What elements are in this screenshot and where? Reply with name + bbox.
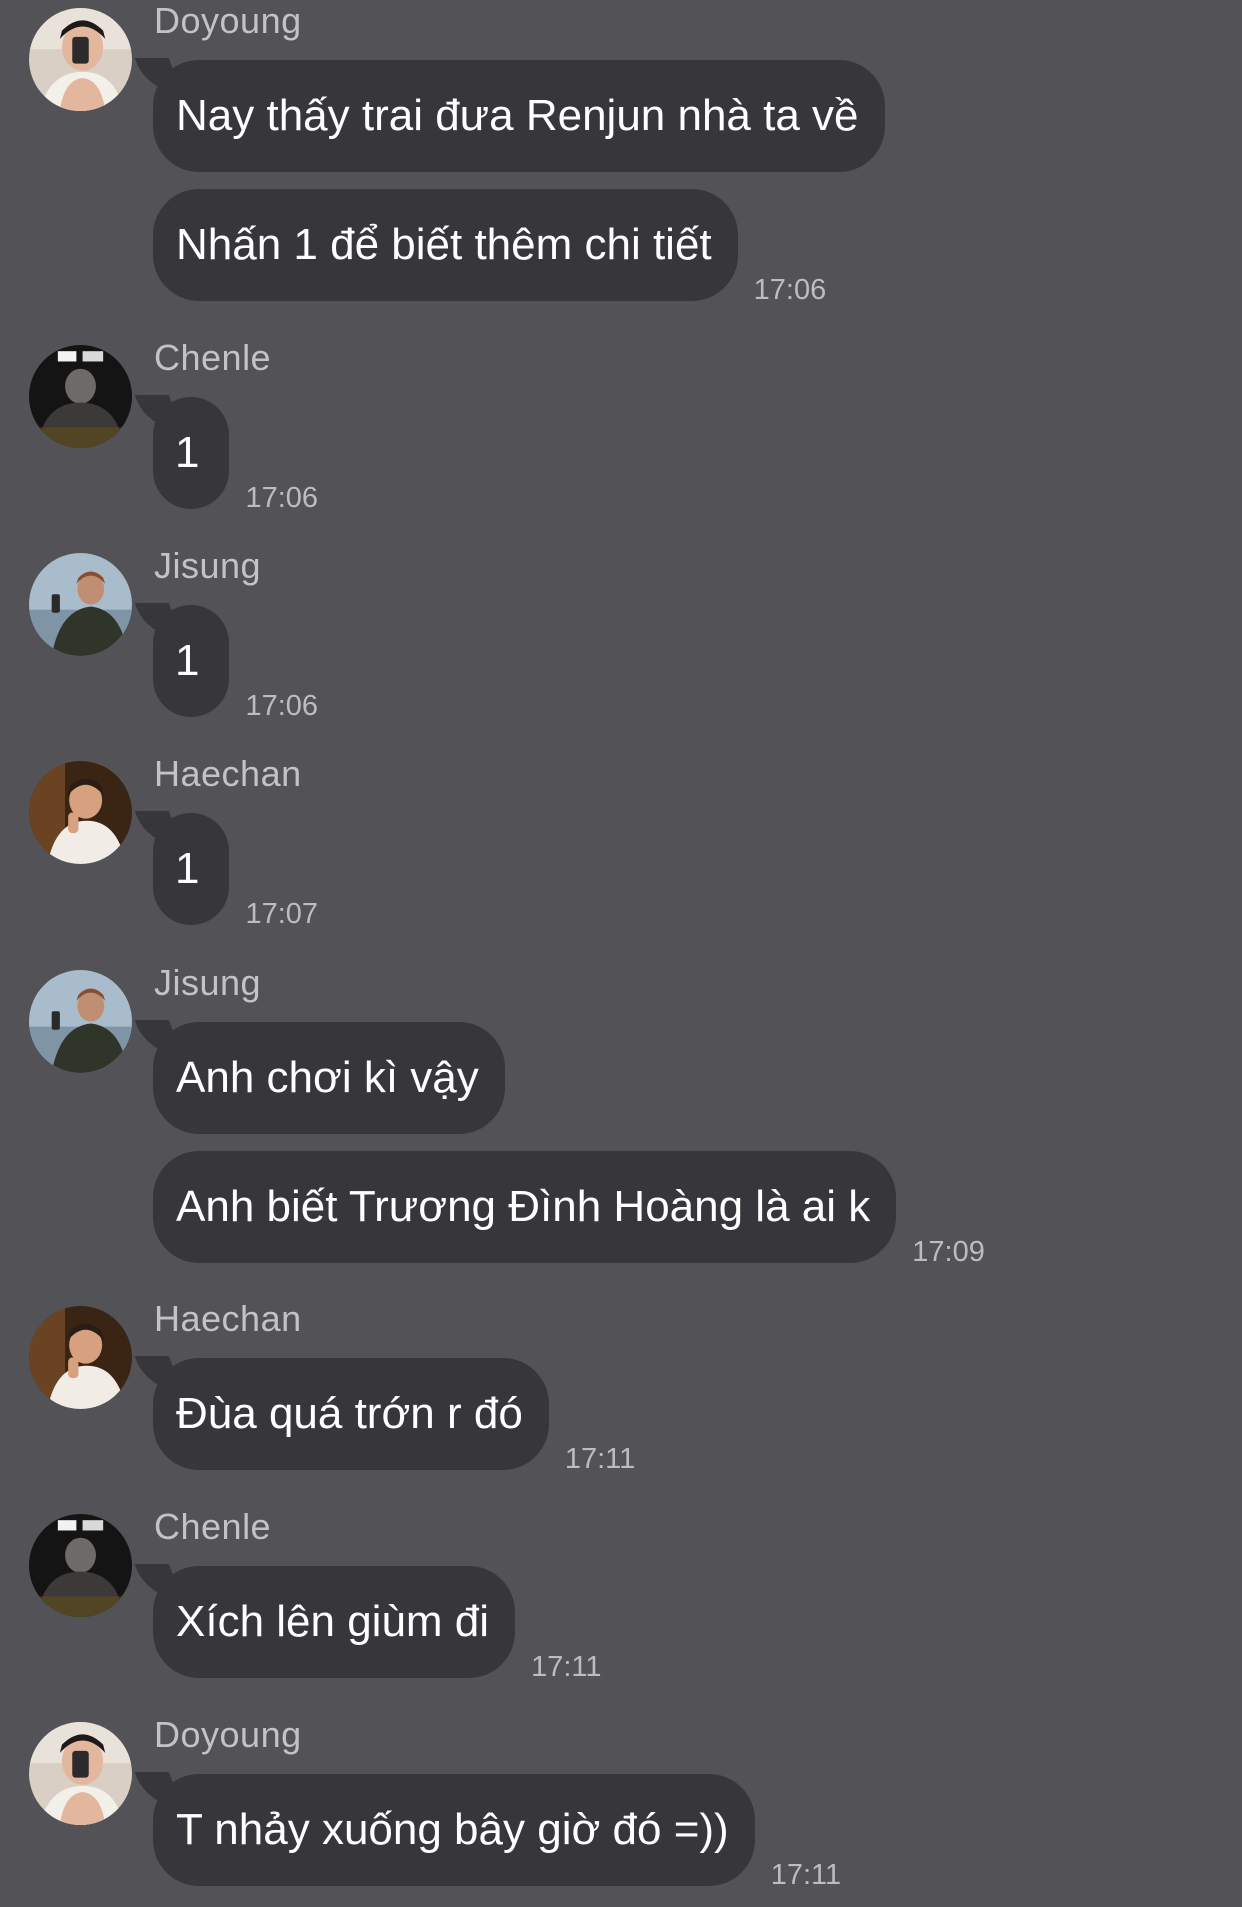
message-timestamp: 17:09 <box>912 1236 985 1268</box>
message-bubble[interactable]: T nhảy xuống bây giờ đó =)) <box>153 1774 755 1886</box>
message-row: Nay thấy trai đưa Renjun nhà ta về <box>153 60 885 172</box>
avatar-image <box>29 761 132 864</box>
message-row: Đùa quá trớn r đó 17:11 <box>153 1358 635 1475</box>
chenle-avatar[interactable] <box>29 1514 132 1617</box>
message-bubble[interactable]: 1 <box>153 397 230 509</box>
avatar-image <box>29 1514 132 1617</box>
jisung-avatar[interactable] <box>29 970 132 1073</box>
message-row: 1 17:06 <box>153 605 318 722</box>
avatar-image <box>29 1722 132 1825</box>
sender-name: Doyoung <box>154 0 302 41</box>
message-timestamp: 17:06 <box>753 274 827 306</box>
message-timestamp: 17:06 <box>245 690 319 722</box>
sender-name: Haechan <box>154 1298 302 1339</box>
avatar-image <box>29 345 132 448</box>
message-row: Nhấn 1 để biết thêm chi tiết 17:06 <box>153 189 826 306</box>
sender-name: Haechan <box>154 753 302 794</box>
sender-name: Jisung <box>154 962 262 1003</box>
message-timestamp: 17:11 <box>531 1651 602 1683</box>
message-bubble[interactable]: 1 <box>153 813 230 925</box>
message-bubble[interactable]: 1 <box>153 605 230 717</box>
message-row: Xích lên giùm đi 17:11 <box>153 1566 601 1683</box>
doyoung-avatar[interactable] <box>29 8 132 111</box>
haechan-avatar[interactable] <box>29 1306 132 1409</box>
chat-message-list[interactable]: Doyoung Nay thấy trai đưa Renjun nhà ta … <box>0 0 1242 1907</box>
avatar-image <box>29 553 132 656</box>
doyoung-avatar[interactable] <box>29 1722 132 1825</box>
avatar-image <box>29 970 132 1073</box>
sender-name: Chenle <box>154 1506 272 1547</box>
message-bubble[interactable]: Đùa quá trớn r đó <box>153 1358 549 1470</box>
sender-name: Chenle <box>154 337 272 378</box>
jisung-avatar[interactable] <box>29 553 132 656</box>
avatar-image <box>29 8 132 111</box>
message-bubble[interactable]: Anh biết Trương Đình Hoàng là ai k <box>153 1151 897 1263</box>
avatar-image <box>29 1306 132 1409</box>
message-row: Anh chơi kì vậy <box>153 1022 505 1134</box>
message-row: Anh biết Trương Đình Hoàng là ai k 17:09 <box>153 1151 985 1268</box>
sender-name: Doyoung <box>154 1714 302 1755</box>
sender-name: Jisung <box>154 545 262 586</box>
message-timestamp: 17:07 <box>245 898 319 930</box>
message-row: 1 17:07 <box>153 813 318 930</box>
message-row: 1 17:06 <box>153 397 318 514</box>
message-timestamp: 17:11 <box>564 1443 636 1475</box>
message-row: T nhảy xuống bây giờ đó =)) 17:11 <box>153 1774 841 1891</box>
message-timestamp: 17:11 <box>770 1859 842 1891</box>
message-bubble[interactable]: Anh chơi kì vậy <box>153 1022 505 1134</box>
message-bubble[interactable]: Xích lên giùm đi <box>153 1566 516 1678</box>
chenle-avatar[interactable] <box>29 345 132 448</box>
message-bubble[interactable]: Nhấn 1 để biết thêm chi tiết <box>153 189 738 301</box>
haechan-avatar[interactable] <box>29 761 132 864</box>
message-timestamp: 17:06 <box>245 482 319 514</box>
message-bubble[interactable]: Nay thấy trai đưa Renjun nhà ta về <box>153 60 885 172</box>
